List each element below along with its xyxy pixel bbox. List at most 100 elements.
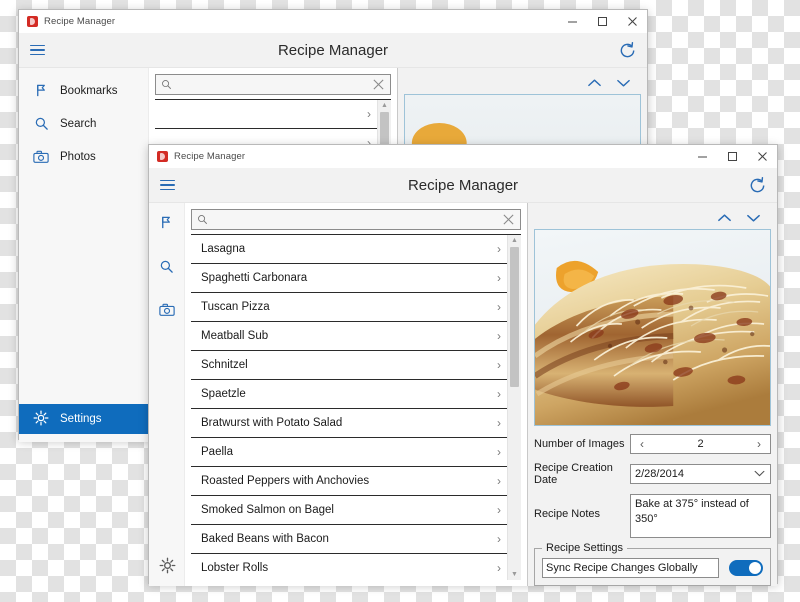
- image-prev-icon[interactable]: [587, 77, 602, 90]
- search-input[interactable]: [212, 213, 496, 226]
- list-item[interactable]: Schnitzel ›: [191, 351, 507, 380]
- list-item-label: Tuscan Pizza: [201, 301, 270, 313]
- front-window-list-pane: Lasagna › Spaghetti Carbonara › Tuscan Pizza…: [185, 203, 527, 586]
- sync-toggle[interactable]: [729, 560, 763, 576]
- refresh-icon[interactable]: [607, 41, 647, 60]
- back-window-image-nav: [404, 72, 641, 94]
- camera-icon: [33, 149, 49, 165]
- image-nav: [534, 207, 771, 229]
- front-window-appbar: Recipe Manager: [149, 168, 777, 203]
- chevron-right-icon: ›: [497, 329, 501, 343]
- chevron-right-icon: ›: [367, 107, 371, 121]
- list-item[interactable]: ›: [155, 100, 377, 129]
- maximize-button[interactable]: [587, 10, 617, 32]
- list-item[interactable]: Spaetzle ›: [191, 380, 507, 409]
- close-button[interactable]: [747, 145, 777, 167]
- close-button[interactable]: [617, 10, 647, 32]
- clear-search-icon[interactable]: [496, 213, 520, 226]
- number-of-images-stepper[interactable]: ‹ 2 ›: [630, 434, 771, 454]
- back-window-titlebar[interactable]: Recipe Manager: [19, 10, 647, 33]
- chevron-right-icon: ›: [497, 503, 501, 517]
- list-item[interactable]: Lasagna ›: [191, 235, 507, 264]
- hamburger-icon[interactable]: [149, 179, 185, 191]
- image-next-icon[interactable]: [746, 212, 761, 225]
- chevron-right-icon: ›: [497, 474, 501, 488]
- field-label: Recipe Notes: [534, 508, 601, 520]
- field-creation-date: Recipe Creation Date 2/28/2014: [534, 462, 771, 486]
- list-item-label: Spaghetti Carbonara: [201, 272, 308, 284]
- back-window-search-box[interactable]: [155, 74, 391, 95]
- search-icon: [33, 116, 49, 132]
- field-label: Number of Images: [534, 438, 625, 450]
- chevron-right-icon: ›: [497, 445, 501, 459]
- camera-icon[interactable]: [158, 301, 176, 319]
- lasagna-photo: [535, 230, 770, 425]
- flag-icon[interactable]: [158, 213, 176, 231]
- list-item[interactable]: Smoked Salmon on Bagel ›: [191, 496, 507, 525]
- flag-icon: [33, 83, 49, 99]
- scroll-up-icon[interactable]: ▲: [378, 100, 391, 111]
- scroll-down-icon[interactable]: ▼: [508, 569, 521, 580]
- list-item[interactable]: Bratwurst with Potato Salad ›: [191, 409, 507, 438]
- sidebar-item-label: Search: [60, 117, 97, 130]
- creation-date-value: 2/28/2014: [635, 468, 684, 480]
- minimize-button[interactable]: [557, 10, 587, 32]
- list-item[interactable]: Roasted Peppers with Anchovies ›: [191, 467, 507, 496]
- gear-icon: [33, 410, 49, 429]
- chevron-right-icon: ›: [497, 271, 501, 285]
- sidebar-item-settings[interactable]: Settings: [19, 404, 148, 434]
- front-window-controls: [687, 145, 777, 167]
- search-icon[interactable]: [158, 257, 176, 275]
- sidebar-item-photos[interactable]: Photos: [19, 140, 148, 173]
- refresh-icon[interactable]: [737, 176, 777, 195]
- app-icon: [157, 150, 168, 162]
- hamburger-icon[interactable]: [19, 44, 55, 56]
- minimize-button[interactable]: [687, 145, 717, 167]
- scrollbar-thumb[interactable]: [510, 247, 519, 387]
- list-item[interactable]: Paella ›: [191, 438, 507, 467]
- creation-date-combo[interactable]: 2/28/2014: [630, 464, 771, 484]
- chevron-right-icon: ›: [497, 300, 501, 314]
- front-window-scrollbar[interactable]: ▲ ▼: [507, 235, 521, 580]
- sidebar-item-label: Photos: [60, 150, 96, 163]
- list-item[interactable]: Spaghetti Carbonara ›: [191, 264, 507, 293]
- chevron-right-icon: ›: [497, 416, 501, 430]
- chevron-right-icon: ›: [497, 532, 501, 546]
- back-window-sidebar: Bookmarks Search Photos Settings: [19, 68, 149, 442]
- scroll-up-icon[interactable]: ▲: [508, 235, 521, 246]
- search-icon: [156, 79, 176, 90]
- front-window[interactable]: Recipe Manager Recipe Manager Lasagna › …: [148, 144, 778, 586]
- list-item-label: Baked Beans with Bacon: [201, 533, 329, 545]
- list-item-label: Meatball Sub: [201, 330, 269, 342]
- recipe-photo[interactable]: [534, 229, 771, 426]
- recipe-notes-textarea[interactable]: Bake at 375° instead of 350°: [630, 494, 771, 538]
- list-item-label: Paella: [201, 446, 233, 458]
- back-window-appbar: Recipe Manager: [19, 33, 647, 68]
- image-prev-icon[interactable]: [717, 212, 732, 225]
- maximize-button[interactable]: [717, 145, 747, 167]
- image-next-icon[interactable]: [616, 77, 631, 90]
- front-window-titlebar[interactable]: Recipe Manager: [149, 145, 777, 168]
- front-window-list-column: Lasagna › Spaghetti Carbonara › Tuscan Pizza…: [191, 235, 507, 580]
- sidebar-item-search[interactable]: Search: [19, 107, 148, 140]
- list-item-label: Roasted Peppers with Anchovies: [201, 475, 370, 487]
- chevron-right-icon: ›: [497, 242, 501, 256]
- clear-search-icon[interactable]: [366, 78, 390, 91]
- sidebar-item-bookmarks[interactable]: Bookmarks: [19, 74, 148, 107]
- stepper-prev-icon[interactable]: ‹: [631, 437, 653, 451]
- list-item[interactable]: Baked Beans with Bacon ›: [191, 525, 507, 554]
- list-item[interactable]: Tuscan Pizza ›: [191, 293, 507, 322]
- chevron-right-icon: ›: [497, 387, 501, 401]
- search-input[interactable]: [176, 78, 366, 91]
- chevron-down-icon[interactable]: [754, 469, 765, 480]
- front-window-page-title: Recipe Manager: [407, 176, 519, 194]
- front-window-search-box[interactable]: [191, 209, 521, 230]
- front-window-recipe-list[interactable]: Lasagna › Spaghetti Carbonara › Tuscan Pizza…: [191, 234, 521, 580]
- gear-icon[interactable]: [158, 556, 176, 574]
- group-title: Recipe Settings: [542, 542, 628, 554]
- sync-setting-label[interactable]: Sync Recipe Changes Globally: [542, 558, 719, 578]
- list-item-label: Smoked Salmon on Bagel: [201, 504, 334, 516]
- stepper-next-icon[interactable]: ›: [748, 437, 770, 451]
- list-item[interactable]: Meatball Sub ›: [191, 322, 507, 351]
- list-item[interactable]: Lobster Rolls ›: [191, 554, 507, 580]
